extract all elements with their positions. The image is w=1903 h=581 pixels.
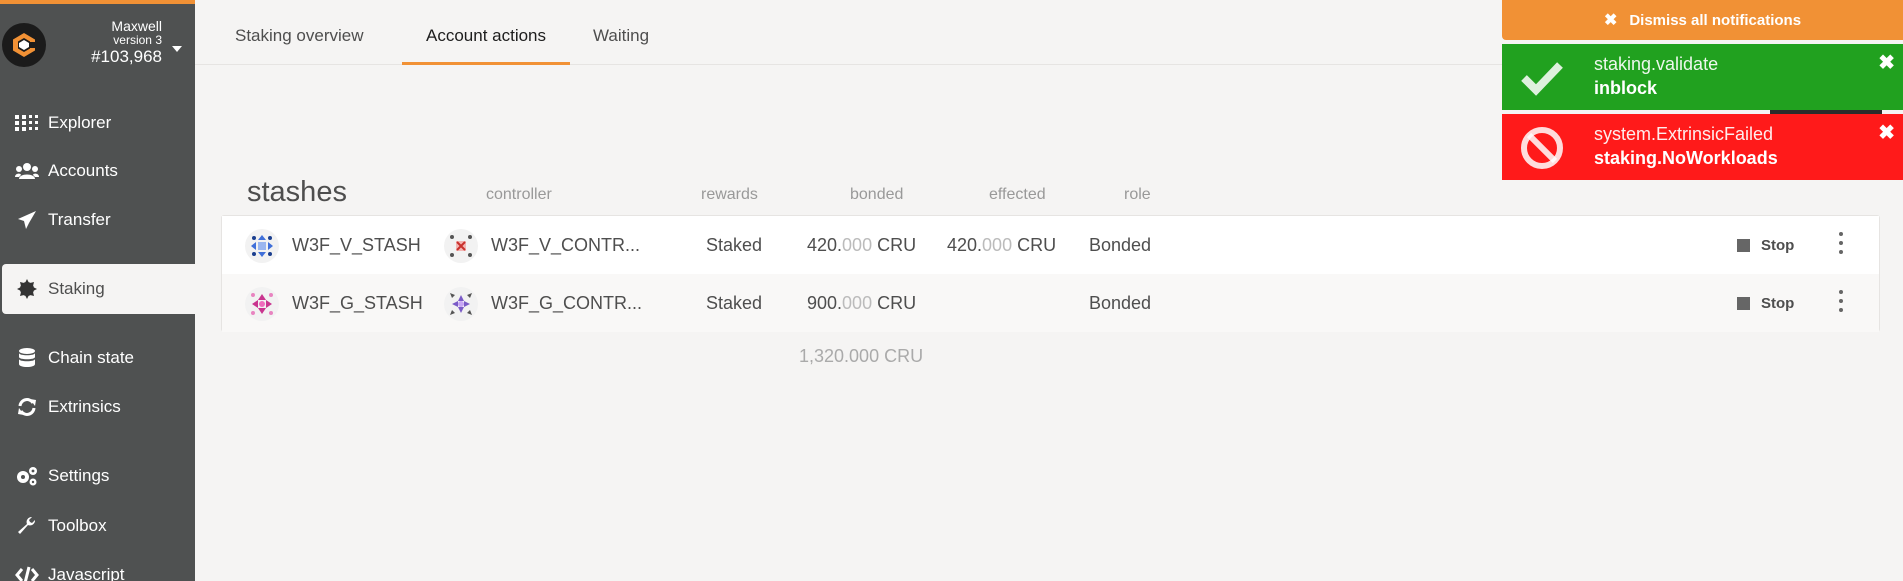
chain-logo[interactable] [2, 23, 46, 67]
effected-integer: 420. [947, 235, 983, 255]
grid-icon [14, 115, 40, 131]
column-role: role [1124, 186, 1151, 203]
role-status: Bonded [1089, 235, 1152, 255]
sidebar-item-label: Toolbox [48, 516, 107, 535]
table-row: W3F_G_STASH W3F_G_CONTR... Staked 900.00… [222, 274, 1879, 332]
stop-button[interactable]: Stop [1737, 294, 1794, 312]
notification-error: system.ExtrinsicFailed staking.NoWorkloa… [1502, 114, 1903, 180]
notification-status: staking.NoWorkloads [1594, 148, 1778, 168]
chain-selector[interactable]: Maxwell version 3 #103,968 [91, 18, 162, 67]
close-icon: ✖ [1603, 12, 1618, 29]
close-icon[interactable]: ✖ [1878, 50, 1895, 75]
tab-account-actions[interactable]: Account actions [402, 0, 571, 65]
accent-bar [0, 0, 195, 4]
dismiss-all-label: Dismiss all notifications [1629, 11, 1802, 29]
cogs-icon [14, 466, 40, 486]
sidebar-item-label: Transfer [48, 210, 111, 229]
bonded-decimals: 000 [842, 293, 873, 313]
sidebar-item-label: Explorer [48, 113, 112, 132]
table-header: stashes controller rewards bonded effect… [0, 176, 1903, 212]
stash-identicon[interactable] [245, 229, 279, 263]
bonded-integer: 420. [807, 235, 843, 255]
controller-identicon[interactable] [444, 287, 478, 321]
chain-version: version 3 [113, 33, 162, 47]
chevron-down-icon[interactable] [172, 46, 182, 52]
sidebar-item-javascript[interactable]: Javascript [0, 555, 195, 581]
stop-icon [1737, 296, 1750, 310]
stashes-table: W3F_V_STASH W3F_V_CONTR... Staked 420.00… [221, 215, 1880, 332]
bonded-amount: 420.000 CRU [807, 216, 916, 274]
effected-amount: 420.000 CRU [947, 216, 1056, 274]
sync-icon [14, 397, 40, 417]
stash-name: W3F_G_STASH [292, 293, 423, 313]
rewards-status: Staked [706, 293, 763, 313]
stash-name: W3F_V_STASH [292, 235, 421, 255]
controller-identicon[interactable] [444, 229, 478, 263]
sidebar-item-explorer[interactable]: Explorer [0, 103, 195, 143]
sidebar: Maxwell version 3 #103,968 Explorer Acco… [0, 0, 195, 581]
sidebar-item-settings[interactable]: Settings [0, 456, 195, 496]
sidebar-item-label: Staking [48, 279, 105, 298]
code-icon [14, 566, 40, 581]
rewards-status: Staked [706, 235, 763, 255]
column-effected: effected [989, 186, 1046, 203]
sidebar-item-staking[interactable]: Staking [2, 264, 195, 314]
stop-icon [1737, 238, 1750, 252]
effected-decimals: 000 [982, 235, 1013, 255]
bonded-integer: 900. [807, 293, 843, 313]
notification-success: staking.validate inblock ✖ [1502, 44, 1903, 110]
controller-name: W3F_V_CONTR... [491, 235, 641, 255]
stash-identicon[interactable] [245, 287, 279, 321]
sidebar-item-label: Javascript [48, 565, 125, 581]
bonded-unit: CRU [872, 293, 917, 313]
stop-label: Stop [1761, 236, 1795, 254]
table-row: W3F_V_STASH W3F_V_CONTR... Staked 420.00… [222, 216, 1879, 274]
tab-waiting[interactable]: Waiting [569, 0, 673, 65]
sidebar-item-chain-state[interactable]: Chain state [0, 338, 195, 378]
more-options-icon[interactable] [1838, 232, 1844, 254]
sidebar-item-label: Chain state [48, 348, 134, 367]
table-title: stashes [247, 176, 347, 208]
certificate-icon [14, 279, 40, 299]
bonded-decimals: 000 [842, 235, 873, 255]
column-controller: controller [486, 186, 552, 203]
bonded-unit: CRU [872, 235, 917, 255]
notification-title: system.ExtrinsicFailed [1594, 124, 1774, 144]
bonded-amount: 900.000 CRU [807, 274, 916, 332]
more-options-icon[interactable] [1838, 290, 1844, 312]
ban-icon [1520, 126, 1564, 170]
paper-plane-icon [14, 210, 40, 230]
sidebar-item-label: Settings [48, 466, 110, 485]
chain-name: Maxwell [111, 18, 162, 34]
database-icon [14, 348, 40, 368]
sidebar-item-extrinsics[interactable]: Extrinsics [0, 387, 195, 427]
sidebar-item-label: Extrinsics [48, 397, 121, 416]
best-block: #103,968 [91, 47, 162, 66]
check-icon [1520, 56, 1564, 100]
column-bonded: bonded [850, 186, 904, 203]
stop-button[interactable]: Stop [1737, 236, 1794, 254]
bonded-total: 1,320.000 CRU [799, 346, 924, 366]
notification-title: staking.validate [1594, 54, 1719, 74]
wrench-icon [14, 516, 40, 536]
tab-staking-overview[interactable]: Staking overview [211, 0, 388, 65]
stop-label: Stop [1761, 294, 1795, 312]
role-status: Bonded [1089, 293, 1152, 313]
sidebar-item-toolbox[interactable]: Toolbox [0, 506, 195, 546]
dismiss-all-notifications-button[interactable]: ✖ Dismiss all notifications [1502, 0, 1903, 40]
controller-name: W3F_G_CONTR... [491, 293, 643, 313]
effected-unit: CRU [1012, 235, 1057, 255]
column-rewards: rewards [701, 186, 758, 203]
close-icon[interactable]: ✖ [1878, 120, 1895, 145]
notification-status: inblock [1594, 78, 1658, 98]
